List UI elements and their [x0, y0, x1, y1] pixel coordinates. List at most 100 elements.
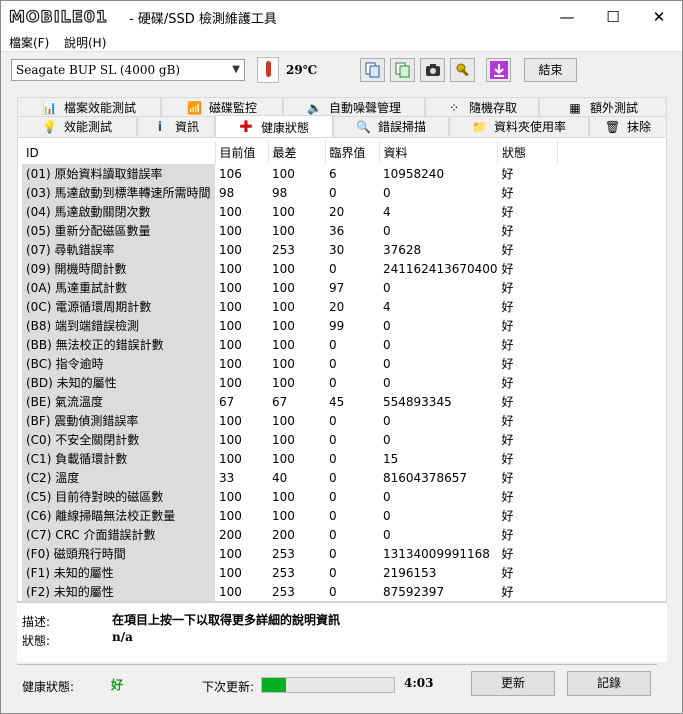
cell-threshold: 45: [329, 394, 345, 409]
copy-all-icon: [395, 62, 409, 78]
tab-erase[interactable]: 🗑 抹除: [589, 116, 667, 136]
table-row[interactable]: (C5) 目前待對映的磁區數 100 100 0 0 好: [22, 487, 558, 506]
cell-status: 好: [501, 300, 514, 314]
cell-status: 好: [501, 547, 514, 561]
cell-worst: 253: [272, 242, 295, 257]
cell-current: 106: [219, 166, 242, 181]
table-row[interactable]: (C0) 不安全關閉計數 100 100 0 0 好: [22, 430, 558, 449]
cell-worst: 200: [272, 527, 295, 542]
folder-icon: 📁: [471, 119, 487, 134]
table-row[interactable]: (0A) 馬達重試計數 100 100 97 0 好: [22, 278, 558, 297]
cell-status: 好: [501, 281, 514, 295]
table-row[interactable]: (F2) 未知的屬性 100 253 0 87592397 好: [22, 582, 558, 601]
cell-threshold: 30: [329, 242, 345, 257]
red-cross-icon: ✚: [239, 117, 253, 136]
cell-worst: 98: [272, 185, 288, 200]
toolbar: Seagate BUP SL (4000 gB) ▼ 29℃ 結束: [1, 53, 682, 89]
column-header-threshold[interactable]: 臨界值: [325, 141, 380, 164]
tab-error-scan[interactable]: 🔍 錯誤掃描: [333, 116, 449, 136]
cell-id: (C1) 負載循環計數: [22, 449, 215, 468]
cell-id: (07) 尋軌錯誤率: [22, 240, 215, 259]
table-row[interactable]: (05) 重新分配磁區數量 100 100 36 0 好: [22, 221, 558, 240]
tab-file-benchmark[interactable]: 📊 檔案效能測試: [17, 97, 161, 117]
table-row[interactable]: (BC) 指令逾時 100 100 0 0 好: [22, 354, 558, 373]
cell-threshold: 0: [329, 508, 337, 523]
update-button[interactable]: 更新: [471, 671, 555, 696]
thermometer-icon: [257, 57, 279, 83]
cell-id: (BD) 未知的屬性: [22, 373, 215, 392]
cell-current: 100: [219, 280, 242, 295]
tab-disk-monitor[interactable]: 📶 磁碟監控: [161, 97, 283, 117]
tab-label: 額外測試: [589, 101, 638, 115]
table-row[interactable]: (09) 開機時間計數 100 100 0 241162413670400 好: [22, 259, 558, 278]
menu-file[interactable]: 檔案(F): [9, 34, 49, 51]
cell-threshold: 0: [329, 185, 337, 200]
cell-data: 13134009991168: [383, 546, 490, 561]
copy-button[interactable]: [360, 58, 385, 82]
maximize-button[interactable]: ☐: [590, 1, 636, 32]
table-row[interactable]: (C1) 負載循環計數 100 100 0 15 好: [22, 449, 558, 468]
close-button[interactable]: ✕: [636, 1, 682, 32]
menu-help[interactable]: 說明(H): [64, 34, 106, 51]
cell-id: (BE) 氣流溫度: [22, 392, 215, 411]
tab-label: 資料夾使用率: [493, 120, 566, 134]
table-row[interactable]: (F1) 未知的屬性 100 253 0 2196153 好: [22, 563, 558, 582]
table-row[interactable]: (BF) 震動偵測錯誤率 100 100 0 0 好: [22, 411, 558, 430]
cell-worst: 40: [272, 470, 288, 485]
app-window: MOBILE01 - 硬碟/SSD 檢測維護工具 — ☐ ✕ 檔案(F) 說明(…: [0, 0, 683, 714]
cell-data: 0: [383, 527, 391, 542]
column-header-status[interactable]: 狀態: [497, 141, 559, 164]
cell-status: 好: [501, 452, 514, 466]
tab-random-access[interactable]: ⁘ 隨機存取: [425, 97, 539, 117]
log-button[interactable]: 記錄: [567, 671, 651, 696]
table-row[interactable]: (0C) 電源循環周期計數 100 100 20 4 好: [22, 297, 558, 316]
table-row[interactable]: (C2) 溫度 33 40 0 81604378657 好: [22, 468, 558, 487]
column-header-current[interactable]: 目前值: [215, 141, 269, 164]
save-button[interactable]: [486, 58, 511, 82]
minimize-button[interactable]: —: [544, 1, 590, 32]
cell-worst: 100: [272, 280, 295, 295]
cell-current: 67: [219, 394, 235, 409]
cell-current: 100: [219, 584, 242, 599]
cell-worst: 100: [272, 432, 295, 447]
cell-current: 33: [219, 470, 235, 485]
tab-extra-tests[interactable]: ▦ 額外測試: [539, 97, 667, 117]
table-row[interactable]: (BD) 未知的屬性 100 100 0 0 好: [22, 373, 558, 392]
table-row[interactable]: (F0) 磁頭飛行時間 100 253 0 13134009991168 好: [22, 544, 558, 563]
smart-table: ID 目前值 最差 臨界值 資料 狀態 (01) 原始資料讀取錯誤率 106 100…: [22, 141, 559, 601]
table-row[interactable]: (B8) 端到端錯誤檢測 100 100 99 0 好: [22, 316, 558, 335]
screenshot-button[interactable]: [420, 58, 445, 82]
column-header-id[interactable]: ID: [22, 141, 216, 164]
drive-select[interactable]: Seagate BUP SL (4000 gB) ▼: [11, 59, 245, 81]
cell-current: 100: [219, 223, 242, 238]
cell-worst: 253: [272, 584, 295, 599]
table-row[interactable]: (04) 馬達啟動關閉次數 100 100 20 4 好: [22, 202, 558, 221]
table-row[interactable]: (BE) 氣流溫度 67 67 45 554893345 好: [22, 392, 558, 411]
table-row[interactable]: (C6) 離線掃瞄無法校正數量 100 100 0 0 好: [22, 506, 558, 525]
column-header-worst[interactable]: 最差: [268, 141, 326, 164]
tab-folder-usage[interactable]: 📁 資料夾使用率: [449, 116, 589, 136]
cell-worst: 253: [272, 546, 295, 561]
table-row[interactable]: (03) 馬達啟動到標準轉速所需時間 98 98 0 0 好: [22, 183, 558, 202]
table-row[interactable]: (07) 尋軌錯誤率 100 253 30 37628 好: [22, 240, 558, 259]
tab-benchmark[interactable]: 💡 效能測試: [17, 116, 137, 136]
minimize-icon: —: [559, 7, 575, 26]
speaker-icon: 🔈: [306, 100, 322, 115]
table-row[interactable]: (BB) 無法校正的錯誤計數 100 100 0 0 好: [22, 335, 558, 354]
column-header-data[interactable]: 資料: [379, 141, 499, 164]
cell-worst: 253: [272, 565, 295, 580]
table-row[interactable]: (C7) CRC 介面錯誤計數 200 200 0 0 好: [22, 525, 558, 544]
tab-aam[interactable]: 🔈 自動噪聲管理: [283, 97, 425, 117]
cell-id: (C5) 目前待對映的磁區數: [22, 487, 215, 506]
table-row[interactable]: (01) 原始資料讀取錯誤率 106 100 6 10958240 好: [22, 164, 558, 183]
copy-all-button[interactable]: [390, 58, 415, 82]
options-button[interactable]: [450, 58, 475, 82]
cell-status: 好: [501, 566, 514, 580]
cell-data: 0: [383, 508, 391, 523]
tab-health[interactable]: ✚ 健康狀態: [215, 115, 333, 138]
calculator-icon: ▦: [569, 100, 581, 115]
cell-threshold: 20: [329, 204, 345, 219]
bar-chart-icon: 📶: [186, 100, 202, 115]
tab-info[interactable]: i 資訊: [137, 116, 215, 136]
exit-button[interactable]: 結束: [524, 58, 577, 82]
